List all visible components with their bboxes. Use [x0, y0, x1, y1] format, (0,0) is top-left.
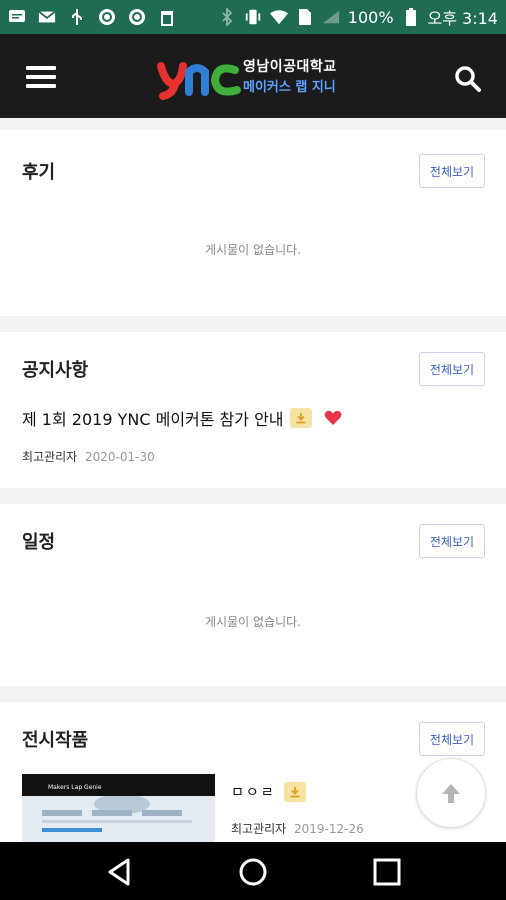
- notice-title: 공지사항: [22, 360, 89, 381]
- gallery-item-link[interactable]: ㅁㅇㄹ: [231, 782, 306, 802]
- sync2-icon: [128, 8, 146, 26]
- logo-text-lab: 메이커스 랩 지니: [243, 80, 336, 95]
- signal-icon: [322, 8, 340, 26]
- app-header: 영남이공대학교 메이커스 랩 지니: [0, 34, 506, 118]
- review-section: 후기 전체보기 게시물이 없습니다.: [0, 130, 506, 316]
- clock: 오후 3:14: [427, 9, 498, 28]
- search-icon: [455, 66, 481, 92]
- vibrate-icon: [244, 8, 262, 26]
- site-logo[interactable]: 영남이공대학교 메이커스 랩 지니: [155, 54, 355, 102]
- gallery-item-title: ㅁㅇㄹ: [231, 785, 276, 801]
- review-more-button[interactable]: 전체보기: [419, 154, 485, 188]
- gmail-icon: [38, 8, 56, 26]
- scroll-top-button[interactable]: [416, 758, 486, 828]
- download-icon: [289, 408, 312, 428]
- home-icon: [239, 858, 267, 886]
- schedule-more-button[interactable]: 전체보기: [419, 524, 485, 558]
- notice-post-link[interactable]: 제 1회 2019 YNC 메이커톤 참가 안내: [22, 406, 342, 430]
- gallery-item-meta: 최고관리자 2019-12-26: [231, 820, 364, 837]
- sync-icon: [98, 8, 116, 26]
- search-button[interactable]: [454, 65, 482, 93]
- logo-text-school: 영남이공대학교: [243, 59, 337, 75]
- usb-icon: [68, 8, 86, 26]
- back-icon: [108, 858, 130, 886]
- schedule-title: 일정: [22, 532, 56, 553]
- download-icon: [283, 782, 306, 802]
- status-bar: 100% 오후 3:14: [0, 0, 506, 34]
- schedule-empty-message: 게시물이 없습니다.: [205, 615, 301, 629]
- schedule-section: 일정 전체보기 게시물이 없습니다.: [0, 504, 506, 686]
- thumbnail-caption: Makers Lap Genie: [48, 784, 102, 791]
- main-content[interactable]: 후기 전체보기 게시물이 없습니다. 공지사항 전체보기 제 1회 2019 Y…: [0, 118, 506, 842]
- back-button[interactable]: [104, 856, 136, 888]
- thumbnail-image: [22, 794, 215, 842]
- review-empty-message: 게시물이 없습니다.: [205, 243, 301, 257]
- notice-post-title: 제 1회 2019 YNC 메이커톤 참가 안내: [22, 410, 284, 429]
- menu-icon-bar: [26, 66, 56, 70]
- bluetooth-icon: [218, 8, 236, 26]
- wifi-icon: [269, 8, 288, 26]
- notice-post-meta: 최고관리자 2020-01-30: [22, 448, 155, 465]
- notice-section: 공지사항 전체보기 제 1회 2019 YNC 메이커톤 참가 안내 최고관리자…: [0, 332, 506, 488]
- menu-button[interactable]: [26, 66, 56, 88]
- review-title: 후기: [22, 162, 56, 183]
- home-button[interactable]: [237, 856, 269, 888]
- battery-percentage: 100%: [347, 7, 394, 27]
- gallery-title: 전시작품: [22, 730, 89, 751]
- heart-icon: [324, 410, 342, 426]
- message-icon: [8, 8, 26, 26]
- notice-more-button[interactable]: 전체보기: [419, 352, 485, 386]
- menu-icon-bar: [26, 75, 56, 79]
- recents-button[interactable]: [371, 856, 403, 888]
- notice-post-date: 2020-01-30: [85, 450, 155, 464]
- trash-icon: [158, 8, 176, 26]
- gallery-more-button[interactable]: 전체보기: [419, 722, 485, 756]
- menu-icon-bar: [26, 84, 56, 88]
- gallery-item-author: 최고관리자: [231, 822, 287, 836]
- recents-icon: [373, 858, 401, 886]
- gallery-item-date: 2019-12-26: [294, 822, 364, 836]
- no-sim-icon: [296, 8, 314, 26]
- arrow-up-icon: [442, 784, 460, 803]
- battery-icon: [402, 8, 420, 26]
- thumbnail-header: Makers Lap Genie: [22, 774, 215, 796]
- notice-post-author: 최고관리자: [22, 450, 78, 464]
- gallery-thumbnail[interactable]: Makers Lap Genie: [22, 774, 215, 842]
- system-nav-bar: [0, 842, 506, 900]
